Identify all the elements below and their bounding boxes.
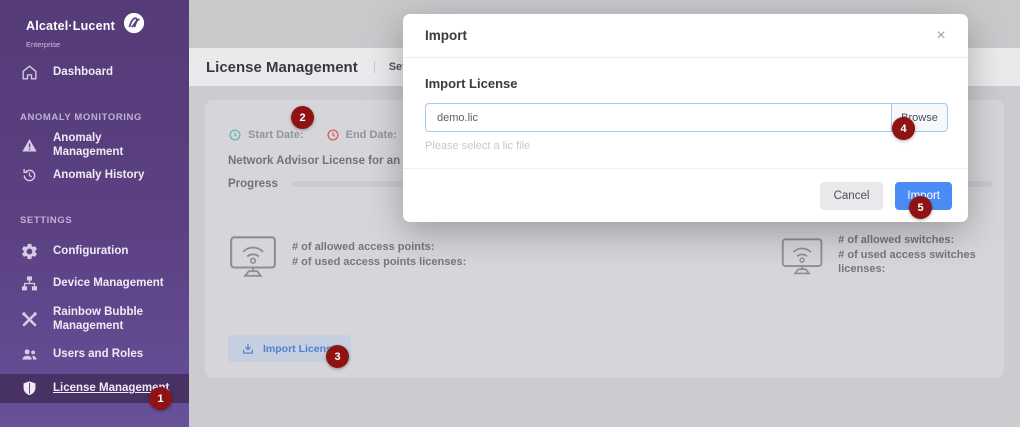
allowed-access-points-label: # of allowed access points: — [292, 240, 466, 255]
license-file-input[interactable] — [425, 103, 891, 132]
license-dates-row: Start Date: End Date: — [228, 128, 397, 142]
brand-name: Alcatel·Lucent — [26, 19, 115, 33]
file-picker-row: Browse — [425, 103, 948, 132]
step-badge-5: 5 — [909, 196, 932, 219]
modal-close-button[interactable]: × — [928, 22, 954, 48]
monitor-wifi-icon — [780, 232, 824, 278]
used-access-points-label: # of used access points licenses: — [292, 255, 466, 270]
download-icon — [241, 342, 255, 356]
history-icon — [20, 166, 39, 185]
page-title: License Management — [206, 59, 358, 76]
import-modal: Import × Import License Browse Please se… — [403, 14, 968, 222]
brand-logo: Alcatel·Lucent Enterprise — [26, 12, 145, 49]
end-date-label: End Date: — [346, 129, 397, 141]
sidebar: Alcatel·Lucent Enterprise Dashboard ANOM… — [0, 0, 189, 427]
import-modal-footer: Cancel Import — [403, 168, 968, 222]
sidebar-item-dashboard[interactable]: Dashboard — [0, 58, 189, 86]
warning-icon — [20, 136, 39, 155]
step-badge-4: 4 — [892, 117, 915, 140]
close-icon: × — [936, 27, 945, 44]
sidebar-item-label: Rainbow Bubble Management — [53, 305, 171, 334]
start-clock-icon — [228, 128, 242, 142]
file-helper-text: Please select a lic file — [425, 140, 530, 152]
sidebar-section-anomaly: ANOMALY MONITORING — [20, 112, 142, 123]
shield-icon — [20, 379, 39, 398]
sidebar-item-label: Dashboard — [53, 65, 113, 79]
sidebar-item-anomaly-history[interactable]: Anomaly History — [0, 161, 189, 189]
start-date: Start Date: — [228, 128, 304, 142]
brand-subtitle: Enterprise — [26, 40, 145, 49]
switches-stat: # of allowed switches: # of used access … — [780, 232, 1004, 278]
cancel-button-label: Cancel — [834, 190, 870, 202]
cancel-button[interactable]: Cancel — [820, 182, 884, 210]
end-date: End Date: — [326, 128, 397, 142]
sidebar-item-label: Users and Roles — [53, 347, 143, 361]
tools-icon — [20, 310, 39, 329]
modal-title: Import — [425, 28, 467, 43]
import-license-heading: Import License — [425, 76, 517, 91]
sidebar-item-label: Configuration — [53, 244, 128, 258]
used-switches-label: # of used access switches licenses: — [838, 248, 1004, 278]
sidebar-item-anomaly-management[interactable]: Anomaly Management — [0, 131, 189, 159]
progress-label: Progress — [228, 178, 278, 190]
step-badge-1: 1 — [149, 387, 172, 410]
users-icon — [20, 345, 39, 364]
start-date-label: Start Date: — [248, 129, 304, 141]
monitor-wifi-icon — [228, 232, 278, 278]
gear-icon — [20, 242, 39, 261]
app-window: Alcatel·Lucent Enterprise Dashboard ANOM… — [0, 0, 1020, 427]
sidebar-item-label: Anomaly Management — [53, 131, 171, 160]
sidebar-section-settings: SETTINGS — [20, 215, 72, 226]
step-badge-3: 3 — [326, 345, 349, 368]
step-badge-2: 2 — [291, 106, 314, 129]
import-modal-header: Import × — [403, 14, 968, 58]
allowed-switches-label: # of allowed switches: — [838, 233, 1004, 248]
sidebar-item-rainbow-bubble-management[interactable]: Rainbow Bubble Management — [0, 297, 189, 341]
sidebar-item-users-and-roles[interactable]: Users and Roles — [0, 340, 189, 368]
sidebar-item-configuration[interactable]: Configuration — [0, 237, 189, 265]
access-points-stat: # of allowed access points: # of used ac… — [228, 232, 466, 278]
sidebar-item-label: Anomaly History — [53, 168, 144, 182]
end-clock-icon — [326, 128, 340, 142]
sidebar-item-device-management[interactable]: Device Management — [0, 269, 189, 297]
home-icon — [20, 63, 39, 82]
ale-logo-icon — [123, 12, 145, 39]
devices-icon — [20, 274, 39, 293]
sidebar-item-label: Device Management — [53, 276, 164, 290]
